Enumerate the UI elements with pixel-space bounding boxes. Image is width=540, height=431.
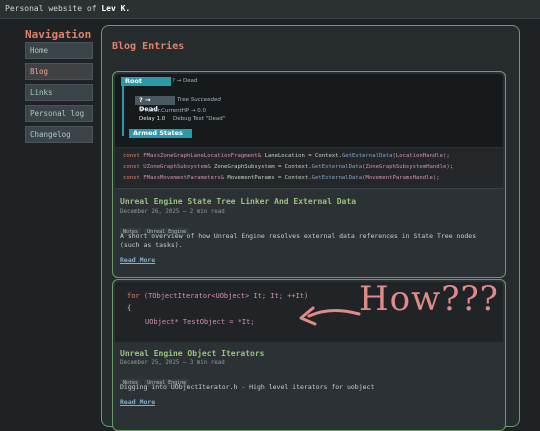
tree-connector-line: [122, 86, 124, 136]
blog-entries-panel: Blog Entries Root ? → Dead ? → Dead Tree…: [101, 25, 520, 431]
dead-node: ? → Dead: [135, 96, 175, 113]
nav-item-home[interactable]: Home: [25, 42, 93, 59]
post-title[interactable]: Unreal Engine State Tree Linker And Exte…: [120, 197, 356, 206]
post-date: December 26, 2025 – 2 min read: [120, 209, 225, 215]
nav-item-personal-log[interactable]: Personal log: [25, 105, 93, 122]
state-tree-screenshot: Root ? → Dead ? → Dead Tree Succeeded # …: [115, 74, 503, 147]
page-title: Blog Entries: [112, 41, 185, 52]
nav-title: Navigation: [25, 28, 92, 41]
root-node-label: Root: [125, 77, 143, 85]
site-tagline: Personal website of Lev K.: [5, 4, 131, 13]
code-line: const FMassZoneGraphLaneLocationFragment…: [123, 153, 450, 159]
condition-text: # Actor.CurrentHP → 0.0: [139, 108, 207, 114]
author-name: Lev K.: [101, 4, 131, 13]
nav-item-links[interactable]: Links: [25, 84, 93, 101]
blog-post-card[interactable]: Root ? → Dead ? → Dead Tree Succeeded # …: [112, 71, 506, 278]
code-line: {: [127, 304, 132, 312]
read-more-link[interactable]: Read More: [120, 256, 155, 264]
tag-list: Notes Unreal Engine: [120, 218, 192, 236]
post-title[interactable]: Unreal Engine Object Iterators: [120, 349, 265, 358]
code-line: for (TObjectIterator<UObject> It; It; ++…: [127, 292, 309, 300]
tag-list: Notes Unreal Engine: [120, 369, 192, 387]
top-bar: Personal website of Lev K.: [0, 0, 540, 19]
code-line: UObject* TestObject = *It;: [145, 318, 255, 326]
delay-task: Delay 1.0: [139, 116, 166, 122]
armed-states-node: Armed States: [129, 129, 192, 138]
handwritten-how-text: How???: [359, 279, 499, 319]
nav-item-changelog[interactable]: Changelog: [25, 126, 93, 143]
post-hero-image: for (TObjectIterator<UObject> It; It; ++…: [115, 279, 503, 342]
nav-item-blog[interactable]: Blog: [25, 63, 93, 80]
debug-text-task: Debug Text "Dead": [173, 116, 226, 122]
armed-states-label: Armed States: [133, 129, 183, 137]
code-line: const FMassMovementParameters& MovementP…: [123, 175, 440, 181]
hand-drawn-arrow-icon: [299, 306, 361, 326]
root-node: Root: [121, 77, 171, 86]
tree-succeeded-label: Tree Succeeded: [177, 97, 221, 103]
blog-post-card[interactable]: for (TObjectIterator<UObject> It; It; ++…: [112, 279, 506, 431]
root-transition: ? → Dead: [172, 78, 198, 84]
post-date: December 25, 2025 – 3 min read: [120, 360, 225, 366]
code-line: const UZoneGraphSubsystem& ZoneGraphSubs…: [123, 164, 454, 170]
sidebar-nav: Home Blog Links Personal log Changelog: [25, 42, 93, 147]
code-snippet: const FMassZoneGraphLaneLocationFragment…: [115, 148, 503, 189]
post-description: A short overview of how Unreal Engine re…: [120, 232, 477, 249]
post-description: Digging into UObjectIterator.h - High le…: [120, 383, 375, 391]
